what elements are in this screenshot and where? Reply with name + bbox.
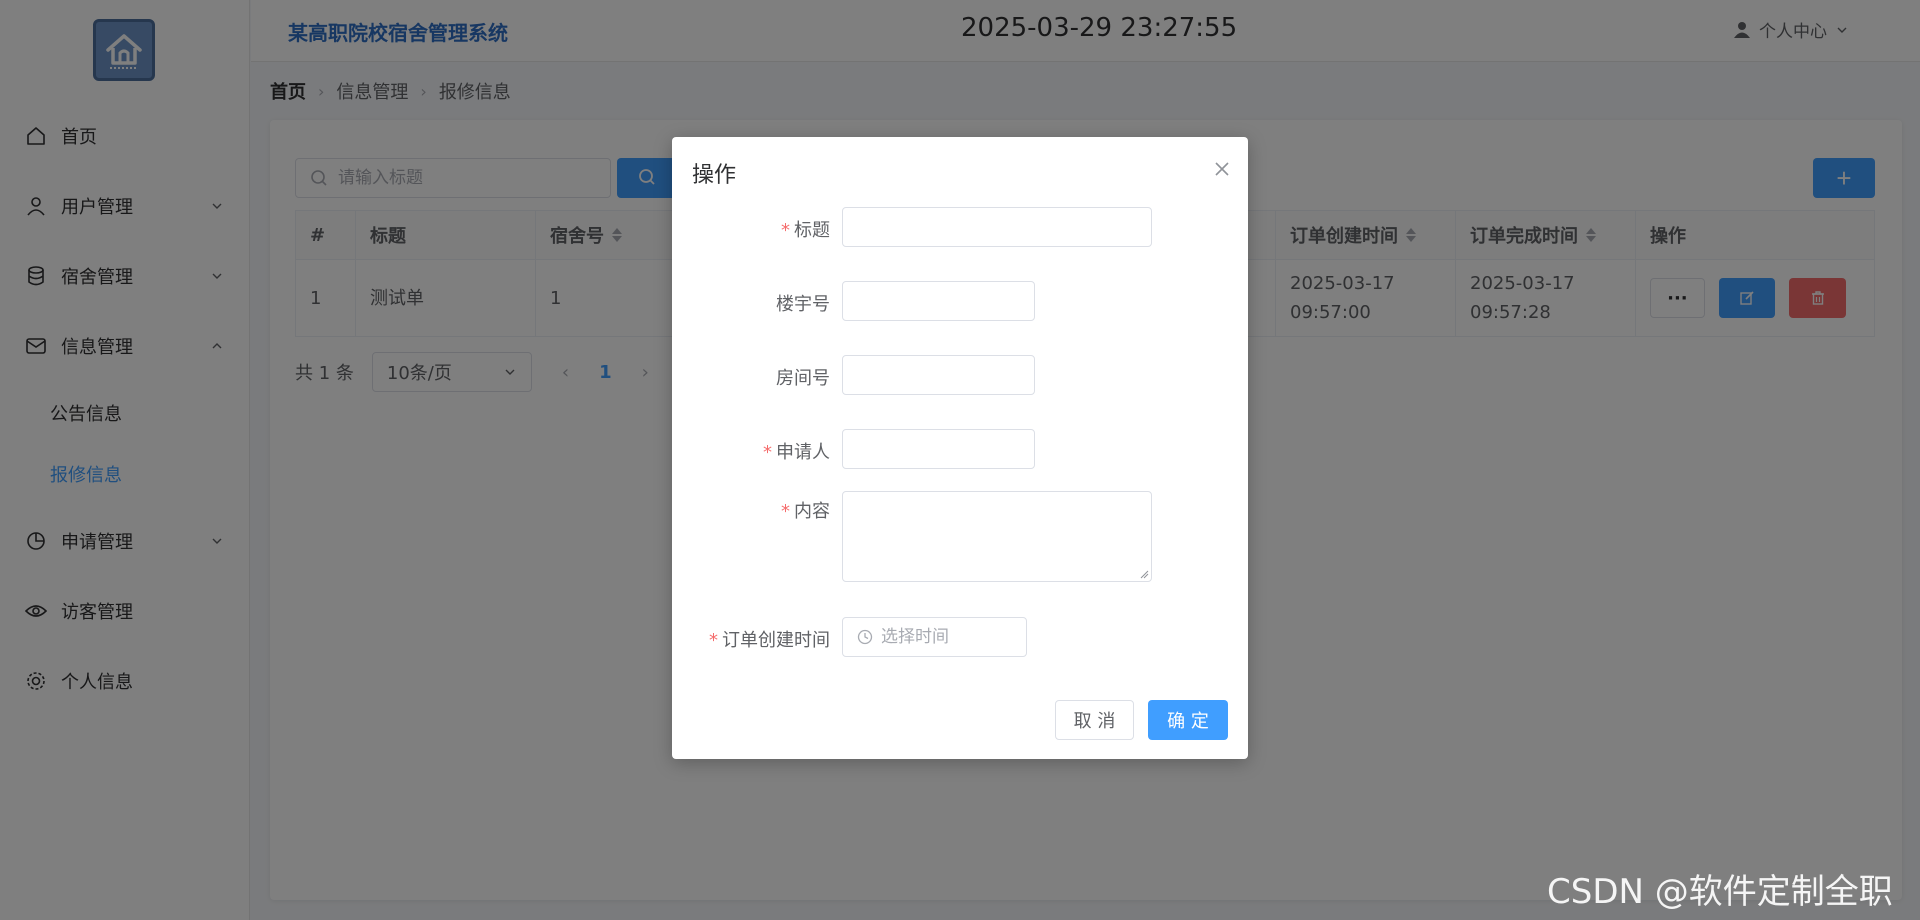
applicant-field[interactable]: [842, 429, 1035, 469]
form-label-content: * 内容: [781, 501, 830, 522]
form-label-room: 房间号: [776, 368, 830, 389]
close-icon[interactable]: [1210, 157, 1234, 181]
created-time-picker[interactable]: [842, 617, 1027, 657]
title-field[interactable]: [842, 207, 1152, 247]
content-field[interactable]: [842, 491, 1152, 582]
applicant-input[interactable]: [843, 430, 1034, 468]
form-label-building: 楼宇号: [776, 294, 830, 315]
content-textarea[interactable]: [843, 492, 1151, 581]
room-field[interactable]: [842, 355, 1035, 395]
resize-handle-icon[interactable]: [1139, 569, 1149, 579]
form-label-title: * 标题: [781, 220, 830, 241]
form-label-applicant: * 申请人: [763, 442, 830, 463]
building-input[interactable]: [843, 282, 1034, 320]
edit-dialog: 操作 *标题 楼宇号 房间号 *申请人 *内容 *订单创建时间 取 消 确 定: [672, 137, 1248, 759]
created-time-input[interactable]: [873, 618, 1026, 656]
dialog-title: 操作: [692, 163, 737, 188]
confirm-button[interactable]: 确 定: [1148, 700, 1228, 740]
form-label-created-time: * 订单创建时间: [709, 630, 830, 651]
building-field[interactable]: [842, 281, 1035, 321]
title-input[interactable]: [843, 208, 1151, 246]
watermark: CSDN @软件定制全职: [1547, 872, 1893, 912]
clock-icon: [857, 629, 873, 645]
room-input[interactable]: [843, 356, 1034, 394]
cancel-button[interactable]: 取 消: [1055, 700, 1134, 740]
